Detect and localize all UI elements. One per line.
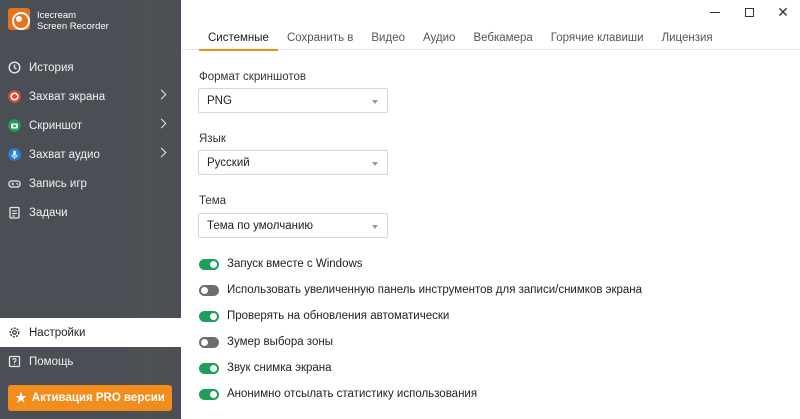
screenshot-format-label: Формат скриншотов [199,71,307,83]
sidebar-item-tasks[interactable]: Задачи [0,198,181,227]
record-icon [8,90,21,103]
sidebar-bottom: Настройки Помощь [0,318,181,376]
tasks-icon [8,206,21,219]
toggle-knob [210,260,217,268]
toggle-row-large-toolbar: Использовать увеличенную панель инструме… [199,283,642,297]
tab-audio[interactable]: Аудио [414,28,464,50]
dropdown-arrow-icon [372,100,378,104]
toggle-knob [210,364,217,372]
autostart-toggle[interactable] [199,258,219,270]
star-icon: ★ [15,390,27,405]
toggle-row-anonymous-stats: Анонимно отсылать статистику использован… [199,387,477,401]
toggle-row-screenshot-sound: Звук снимка экрана [199,361,332,375]
large-toolbar-label: Использовать увеличенную панель инструме… [227,284,643,296]
chevron-right-icon [156,147,167,158]
tab-license[interactable]: Лицензия [653,28,722,50]
theme-select[interactable]: Тема по умолчанию [198,213,388,238]
sidebar-item-game-recording[interactable]: Запись игр [0,169,181,198]
toggle-row-autostart: Запуск вместе с Windows [199,257,363,271]
minimize-icon [710,11,720,13]
screenshot-sound-toggle[interactable] [199,362,219,374]
sidebar-nav: История Захват экрана Скриншот Захват ау… [0,53,181,227]
tab-save-to[interactable]: Сохранить в [278,28,362,50]
toggle-knob [201,338,208,346]
language-label: Язык [199,133,226,145]
sidebar-item-label: Задачи [29,206,68,219]
history-icon [8,61,21,74]
sidebar-item-screenshot[interactable]: Скриншот [0,111,181,140]
toggle-knob [210,390,217,398]
window-controls: ✕ [698,0,800,24]
language-value: Русский [207,157,250,169]
sidebar-item-help[interactable]: Помощь [0,347,181,376]
sidebar-item-label: Скриншот [29,119,83,132]
tab-hotkeys[interactable]: Горячие клавиши [542,28,653,50]
dropdown-arrow-icon [372,225,378,229]
sidebar-item-label: История [29,61,74,74]
minimize-button[interactable] [698,0,732,24]
sidebar-item-label: Настройки [29,326,86,339]
app-title: Icecream Screen Recorder [37,10,109,32]
screenshot-format-select[interactable]: PNG [198,88,388,113]
anonymous-stats-toggle[interactable] [199,388,219,400]
maximize-icon [744,7,754,17]
autostart-label: Запуск вместе с Windows [227,258,363,270]
chevron-right-icon [156,118,167,129]
sidebar-item-history[interactable]: История [0,53,181,82]
toggle-knob [201,286,208,294]
anonymous-stats-label: Анонимно отсылать статистику использован… [227,388,478,400]
zone-zoom-toggle[interactable] [199,336,219,348]
screenshot-format-value: PNG [207,95,232,107]
sidebar-item-label: Захват экрана [29,90,106,103]
camera-icon [8,119,21,132]
app-title-line2: Screen Recorder [37,21,109,32]
tab-webcam[interactable]: Вебкамера [464,28,541,50]
theme-value: Тема по умолчанию [207,220,314,232]
tab-video[interactable]: Видео [362,28,414,50]
tab-system[interactable]: Системные [199,28,278,51]
app-title-line1: Icecream [37,10,77,21]
microphone-icon [8,148,21,161]
sidebar-item-label: Захват аудио [29,148,100,161]
close-icon: ✕ [777,4,789,20]
settings-tabs: Системные Сохранить в Видео Аудио Вебкам… [181,28,800,51]
maximize-button[interactable] [732,0,766,24]
toggle-knob [210,312,217,320]
theme-label: Тема [199,195,227,207]
screenshot-sound-label: Звук снимка экрана [227,362,332,374]
sidebar-item-settings[interactable]: Настройки [0,318,181,347]
auto-update-label: Проверять на обновления автоматически [227,310,450,322]
sidebar-item-screen-capture[interactable]: Захват экрана [0,82,181,111]
auto-update-toggle[interactable] [199,310,219,322]
sidebar-item-label: Запись игр [29,177,87,190]
toggle-row-zone-zoom: Зумер выбора зоны [199,335,333,349]
gear-icon [8,326,21,339]
sidebar: Icecream Screen Recorder История Захват … [0,0,181,419]
activate-pro-label: Активация PRO версии [31,392,165,404]
activate-pro-button[interactable]: ★ Активация PRO версии [8,385,172,411]
app-logo-icon [8,8,30,30]
help-icon [8,355,21,368]
language-select[interactable]: Русский [198,150,388,175]
close-button[interactable]: ✕ [766,0,800,24]
chevron-right-icon [156,89,167,100]
dropdown-arrow-icon [372,162,378,166]
toggle-row-auto-update: Проверять на обновления автоматически [199,309,449,323]
sidebar-item-label: Помощь [29,355,74,368]
zone-zoom-label: Зумер выбора зоны [227,336,333,348]
large-toolbar-toggle[interactable] [199,284,219,296]
sidebar-item-audio-capture[interactable]: Захват аудио [0,140,181,169]
gamepad-icon [8,177,21,190]
